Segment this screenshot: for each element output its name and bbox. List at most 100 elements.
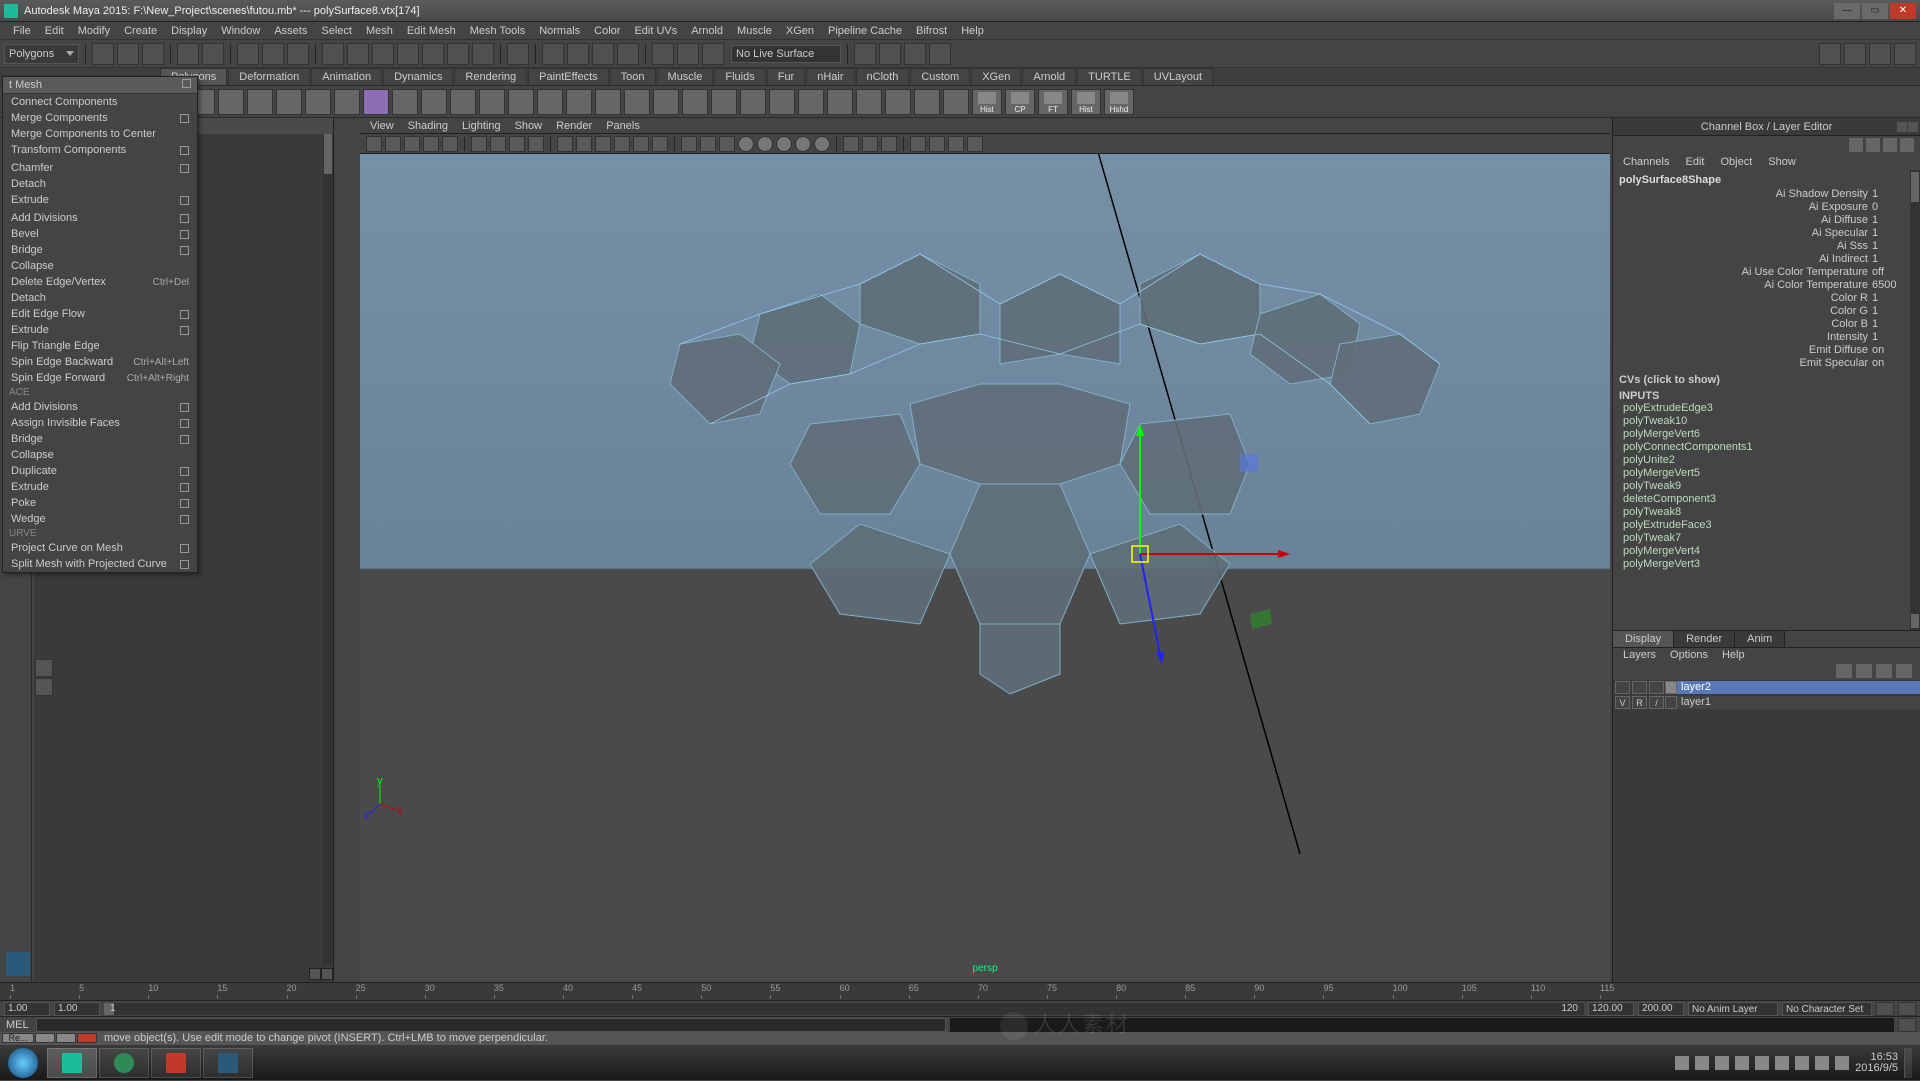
select-by-component-icon[interactable] <box>287 43 309 65</box>
menu-mesh-tools[interactable]: Mesh Tools <box>463 25 532 37</box>
vp-tool-icon[interactable] <box>910 136 926 152</box>
layer-menu-help[interactable]: Help <box>1722 649 1745 661</box>
vp-menu-render[interactable]: Render <box>556 120 592 132</box>
shelf-icon[interactable] <box>537 89 563 115</box>
menu-item-connect-components[interactable]: Connect Components <box>3 94 197 110</box>
time-slider[interactable]: 1510152025303540455055606570758085909510… <box>0 982 1920 1000</box>
shelf-icon[interactable] <box>914 89 940 115</box>
attr-row[interactable]: Emit Specularon <box>1619 357 1914 370</box>
tray-icon[interactable] <box>1715 1056 1729 1070</box>
layer-icon[interactable] <box>1836 664 1852 678</box>
maximize-button[interactable]: ▭ <box>1862 3 1888 19</box>
menu-edit[interactable]: Edit <box>38 25 71 37</box>
vp-menu-panels[interactable]: Panels <box>606 120 640 132</box>
cb-icon[interactable] <box>1900 138 1914 152</box>
vp-tool-icon[interactable] <box>442 136 458 152</box>
vp-tool-icon[interactable] <box>776 136 792 152</box>
menu-item-assign-invisible-faces[interactable]: Assign Invisible Faces <box>3 415 197 431</box>
menu-item-collapse[interactable]: Collapse <box>3 447 197 463</box>
input-node[interactable]: polyMergeVert4 <box>1619 545 1914 558</box>
vp-tool-icon[interactable] <box>471 136 487 152</box>
panel-close-icon[interactable] <box>1908 122 1918 132</box>
menu-mesh[interactable]: Mesh <box>359 25 400 37</box>
panel-min-icon[interactable] <box>1897 122 1907 132</box>
menu-item-project-curve-on-mesh[interactable]: Project Curve on Mesh <box>3 540 197 556</box>
construct-off-icon[interactable] <box>592 43 614 65</box>
cb-menu-edit[interactable]: Edit <box>1685 156 1704 168</box>
menu-display[interactable]: Display <box>164 25 214 37</box>
redo-icon[interactable] <box>202 43 224 65</box>
vp-tool-icon[interactable] <box>967 136 983 152</box>
input-node[interactable]: polyMergeVert5 <box>1619 467 1914 480</box>
vp-tool-icon[interactable] <box>719 136 735 152</box>
menu-item-bevel[interactable]: Bevel <box>3 226 197 242</box>
help-btn2[interactable] <box>35 1033 55 1043</box>
shelf-icon-ft[interactable]: FT <box>1038 89 1068 115</box>
cb-menu-show[interactable]: Show <box>1768 156 1796 168</box>
snap-point-icon[interactable] <box>372 43 394 65</box>
vp-tool-icon[interactable] <box>490 136 506 152</box>
options-icon[interactable] <box>617 43 639 65</box>
vp-tool-icon[interactable] <box>700 136 716 152</box>
panel-tool-icon[interactable] <box>35 678 53 696</box>
shelf-icon[interactable] <box>827 89 853 115</box>
taskbar-browser[interactable] <box>99 1048 149 1078</box>
shelf-tab-deformation[interactable]: Deformation <box>228 68 310 85</box>
render-settings-icon[interactable] <box>702 43 724 65</box>
menu-item-spin-edge-forward[interactable]: Spin Edge ForwardCtrl+Alt+Right <box>3 370 197 386</box>
menu-item-bridge[interactable]: Bridge <box>3 242 197 258</box>
shelf-icon[interactable] <box>856 89 882 115</box>
autokey-icon[interactable] <box>1876 1002 1894 1016</box>
select-by-object-icon[interactable] <box>262 43 284 65</box>
shelf-icon[interactable] <box>624 89 650 115</box>
script-editor-icon[interactable] <box>1898 1018 1916 1032</box>
input-node[interactable]: polyTweak9 <box>1619 480 1914 493</box>
shelf-tab-custom[interactable]: Custom <box>910 68 970 85</box>
shelf-icon-cp[interactable]: CP <box>1005 89 1035 115</box>
panel-tool-icon[interactable] <box>35 659 53 677</box>
menu-select[interactable]: Select <box>314 25 359 37</box>
vp-tool-icon[interactable] <box>738 136 754 152</box>
tray-icon[interactable] <box>1755 1056 1769 1070</box>
vp-tool-icon[interactable] <box>404 136 420 152</box>
attr-row[interactable]: Ai Sss1 <box>1619 240 1914 253</box>
shelf-tab-toon[interactable]: Toon <box>610 68 656 85</box>
minimize-button[interactable]: — <box>1834 3 1860 19</box>
layout-panel4-icon[interactable] <box>929 43 951 65</box>
attr-row[interactable]: Ai Use Color Temperatureoff <box>1619 266 1914 279</box>
vp-tool-icon[interactable] <box>881 136 897 152</box>
shelf-tab-animation[interactable]: Animation <box>311 68 382 85</box>
attr-row[interactable]: Ai Specular1 <box>1619 227 1914 240</box>
layout-panel1-icon[interactable] <box>854 43 876 65</box>
menu-item-flip-triangle-edge[interactable]: Flip Triangle Edge <box>3 338 197 354</box>
input-node[interactable]: polyConnectComponents1 <box>1619 441 1914 454</box>
shelf-tab-arnold[interactable]: Arnold <box>1022 68 1076 85</box>
shelf-icon-hshd[interactable]: Hshd <box>1104 89 1134 115</box>
help-btn1[interactable]: Re... <box>2 1033 34 1043</box>
input-node[interactable]: polyTweak7 <box>1619 532 1914 545</box>
history-icon[interactable] <box>542 43 564 65</box>
menu-item-poke[interactable]: Poke <box>3 495 197 511</box>
menu-item-extrude[interactable]: Extrude <box>3 322 197 338</box>
input-node[interactable]: polyMergeVert3 <box>1619 558 1914 571</box>
tray-icon[interactable] <box>1795 1056 1809 1070</box>
cb-menu-object[interactable]: Object <box>1720 156 1752 168</box>
menu-item-extrude[interactable]: Extrude <box>3 192 197 208</box>
layout-panel2-icon[interactable] <box>879 43 901 65</box>
menu-item-merge-components[interactable]: Merge Components <box>3 110 197 126</box>
shelf-tab-ncloth[interactable]: nCloth <box>856 68 910 85</box>
menu-edit-mesh[interactable]: Edit Mesh <box>400 25 463 37</box>
snap-grid-icon[interactable] <box>322 43 344 65</box>
tray-icon[interactable] <box>1775 1056 1789 1070</box>
attr-row[interactable]: Ai Exposure0 <box>1619 201 1914 214</box>
input-node[interactable]: polyTweak10 <box>1619 415 1914 428</box>
shelf-icon[interactable] <box>247 89 273 115</box>
menu-item-extrude[interactable]: Extrude <box>3 479 197 495</box>
vp-tool-icon[interactable] <box>633 136 649 152</box>
range-start-field[interactable] <box>4 1002 50 1016</box>
layout-panel3-icon[interactable] <box>904 43 926 65</box>
snap-live-icon[interactable] <box>422 43 444 65</box>
menu-file[interactable]: File <box>6 25 38 37</box>
make-live-icon[interactable] <box>507 43 529 65</box>
attr-row[interactable]: Color R1 <box>1619 292 1914 305</box>
